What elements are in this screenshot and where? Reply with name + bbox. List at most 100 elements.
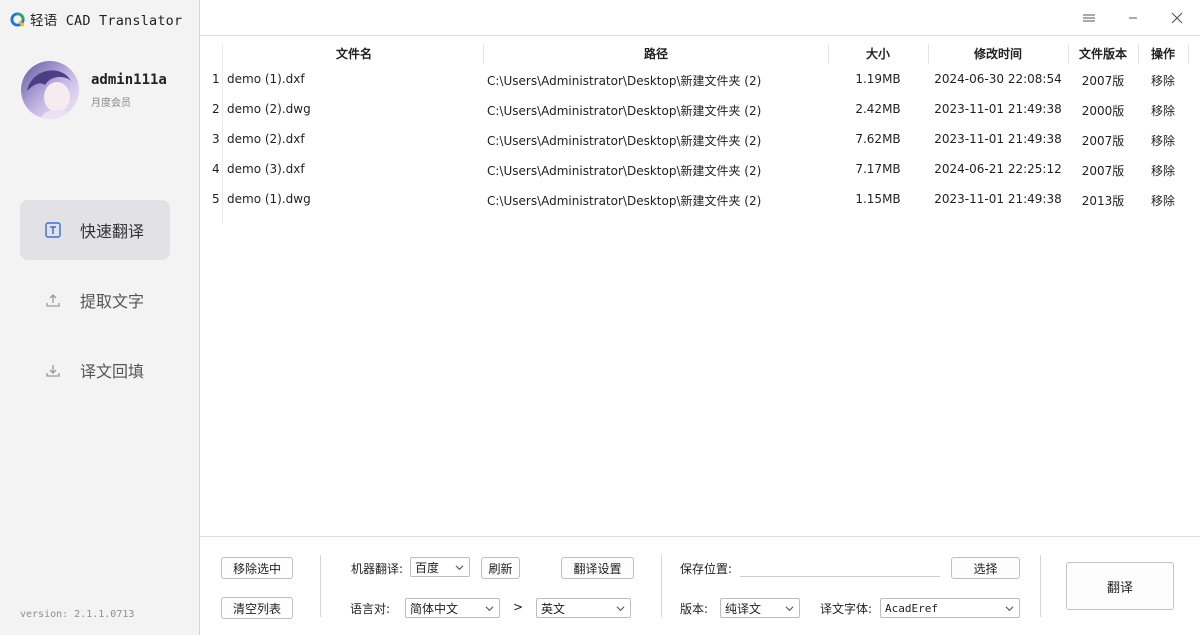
avatar[interactable] bbox=[21, 61, 79, 119]
translate-settings-button[interactable]: 翻译设置 bbox=[561, 557, 634, 579]
file-mtime: 2023-11-01 21:49:38 bbox=[934, 102, 1062, 116]
menu-button[interactable] bbox=[1074, 6, 1104, 30]
file-size: 7.62MB bbox=[855, 132, 901, 146]
remove-selected-button[interactable]: 移除选中 bbox=[221, 557, 293, 579]
file-path: C:\Users\Administrator\Desktop\新建文件夹 (2) bbox=[487, 134, 762, 148]
row-number: 4 bbox=[212, 162, 220, 176]
nav-label: 译文回填 bbox=[80, 362, 145, 381]
file-size: 2.42MB bbox=[855, 102, 901, 116]
lang-pair-label: 语言对: bbox=[350, 602, 391, 616]
column-divider bbox=[1138, 44, 1139, 64]
file-size: 7.17MB bbox=[855, 162, 901, 176]
title-bar bbox=[200, 0, 1200, 36]
remove-link[interactable]: 移除 bbox=[1138, 192, 1188, 209]
file-version: 2007版 bbox=[1081, 164, 1125, 178]
file-version: 2007版 bbox=[1081, 74, 1125, 88]
bottom-toolbar: 移除选中 清空列表 机器翻译: 百度 刷新 翻译设置 语言对: 简体中文 > 英… bbox=[200, 536, 1200, 635]
file-path: C:\Users\Administrator\Desktop\新建文件夹 (2) bbox=[487, 74, 762, 88]
file-table: 文件名 路径 大小 修改时间 文件版本 操作 1 demo (1).dxf C:… bbox=[200, 36, 1200, 536]
toolbar-divider bbox=[661, 555, 662, 617]
header-action[interactable]: 操作 bbox=[1138, 45, 1188, 62]
table-row[interactable]: 3 demo (2).dxf C:\Users\Administrator\De… bbox=[200, 124, 1200, 154]
app-logo-icon bbox=[10, 11, 25, 27]
file-mtime: 2024-06-30 22:08:54 bbox=[934, 72, 1062, 86]
engine-select[interactable]: 百度 bbox=[410, 557, 470, 577]
header-path[interactable]: 路径 bbox=[484, 45, 828, 62]
translate-button[interactable]: 翻译 bbox=[1066, 562, 1174, 610]
file-size: 1.15MB bbox=[855, 192, 901, 206]
edition-label: 版本: bbox=[680, 602, 709, 616]
file-mtime: 2023-11-01 21:49:38 bbox=[934, 132, 1062, 146]
sidebar: 轻语 CAD Translator admin111a 月度会员 快速翻译 提取… bbox=[0, 0, 200, 635]
remove-link[interactable]: 移除 bbox=[1138, 72, 1188, 89]
edition-select[interactable]: 纯译文 bbox=[720, 598, 800, 618]
file-mtime: 2023-11-01 21:49:38 bbox=[934, 192, 1062, 206]
target-language-select[interactable]: 英文 bbox=[536, 598, 631, 618]
header-file-version[interactable]: 文件版本 bbox=[1068, 45, 1138, 62]
save-location-label: 保存位置: bbox=[680, 562, 733, 576]
user-name: admin111a bbox=[91, 72, 167, 88]
table-header: 文件名 路径 大小 修改时间 文件版本 操作 bbox=[200, 36, 1200, 66]
table-row[interactable]: 1 demo (1).dxf C:\Users\Administrator\De… bbox=[200, 64, 1200, 94]
file-mtime: 2024-06-21 22:25:12 bbox=[934, 162, 1062, 176]
target-language-value: 英文 bbox=[541, 601, 566, 616]
column-divider bbox=[483, 44, 484, 64]
refresh-button[interactable]: 刷新 bbox=[481, 557, 520, 579]
minimize-button[interactable] bbox=[1118, 6, 1148, 30]
file-name: demo (3).dxf bbox=[227, 162, 305, 176]
chevron-down-icon bbox=[485, 606, 494, 612]
nav-extract-text[interactable]: 提取文字 bbox=[20, 270, 170, 330]
user-level: 月度会员 bbox=[91, 98, 131, 109]
engine-label: 机器翻译: bbox=[351, 562, 404, 576]
upload-icon bbox=[44, 291, 62, 309]
version-label: version: 2.1.1.0713 bbox=[20, 609, 135, 620]
header-filename[interactable]: 文件名 bbox=[224, 45, 484, 62]
save-location-input[interactable] bbox=[740, 557, 940, 577]
remove-link[interactable]: 移除 bbox=[1138, 162, 1188, 179]
choose-folder-button[interactable]: 选择 bbox=[951, 557, 1020, 579]
chevron-down-icon bbox=[785, 606, 794, 612]
column-divider bbox=[828, 44, 829, 64]
chevron-down-icon bbox=[616, 606, 625, 612]
font-value: AcadEref bbox=[885, 601, 938, 615]
header-size[interactable]: 大小 bbox=[828, 45, 928, 62]
file-version: 2013版 bbox=[1081, 194, 1125, 208]
source-language-value: 简体中文 bbox=[410, 601, 459, 616]
chevron-down-icon bbox=[1005, 606, 1014, 612]
header-mtime[interactable]: 修改时间 bbox=[928, 45, 1068, 62]
remove-link[interactable]: 移除 bbox=[1138, 132, 1188, 149]
file-path: C:\Users\Administrator\Desktop\新建文件夹 (2) bbox=[487, 104, 762, 118]
download-icon bbox=[44, 361, 62, 379]
table-row[interactable]: 2 demo (2).dwg C:\Users\Administrator\De… bbox=[200, 94, 1200, 124]
font-label: 译文字体: bbox=[820, 602, 873, 616]
font-select[interactable]: AcadEref bbox=[880, 598, 1020, 618]
close-button[interactable] bbox=[1162, 6, 1192, 30]
source-language-select[interactable]: 简体中文 bbox=[405, 598, 500, 618]
toolbar-divider bbox=[320, 555, 321, 617]
nav-backfill[interactable]: 译文回填 bbox=[20, 340, 170, 400]
row-number: 5 bbox=[212, 192, 220, 206]
app-title: 轻语 CAD Translator bbox=[30, 13, 183, 29]
avatar-image bbox=[21, 61, 79, 119]
app-brand: 轻语 CAD Translator bbox=[10, 9, 182, 29]
file-version: 2007版 bbox=[1081, 134, 1125, 148]
column-divider bbox=[1068, 44, 1069, 64]
file-path: C:\Users\Administrator\Desktop\新建文件夹 (2) bbox=[487, 164, 762, 178]
table-row[interactable]: 4 demo (3).dxf C:\Users\Administrator\De… bbox=[200, 154, 1200, 184]
toolbar-divider bbox=[1040, 555, 1041, 617]
nav-quick-translate[interactable]: 快速翻译 bbox=[20, 200, 170, 260]
nav-label: 提取文字 bbox=[80, 292, 145, 311]
file-name: demo (2).dwg bbox=[227, 102, 311, 116]
remove-link[interactable]: 移除 bbox=[1138, 102, 1188, 119]
lang-arrow: > bbox=[513, 600, 524, 614]
edition-value: 纯译文 bbox=[725, 601, 762, 616]
engine-value: 百度 bbox=[415, 560, 440, 575]
close-icon bbox=[1171, 12, 1183, 24]
column-divider bbox=[1188, 44, 1189, 64]
row-number: 3 bbox=[212, 132, 220, 146]
file-name: demo (1).dxf bbox=[227, 72, 305, 86]
table-row[interactable]: 5 demo (1).dwg C:\Users\Administrator\De… bbox=[200, 184, 1200, 214]
column-divider bbox=[928, 44, 929, 64]
clear-list-button[interactable]: 清空列表 bbox=[221, 597, 293, 619]
row-number: 2 bbox=[212, 102, 220, 116]
